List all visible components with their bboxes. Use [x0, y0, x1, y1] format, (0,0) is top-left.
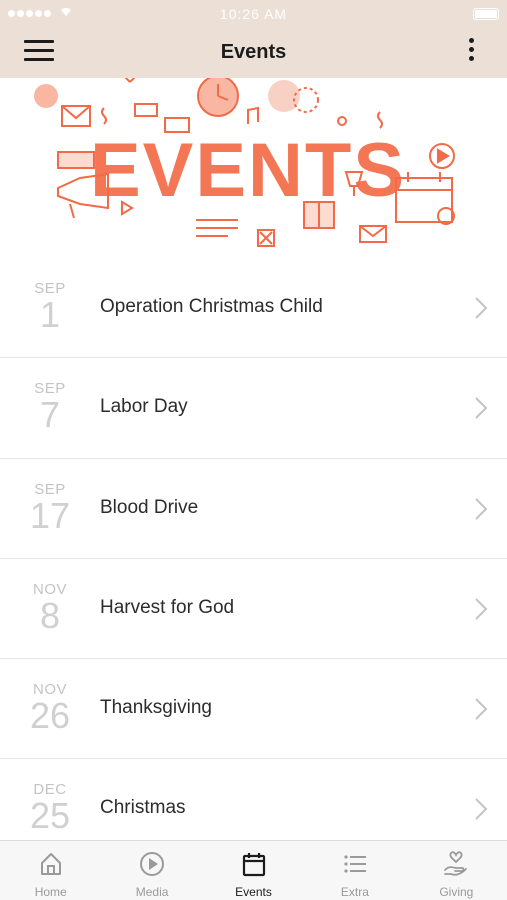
events-banner: EVENTS	[0, 78, 507, 258]
tab-bar: Home Media Events Extra Giving	[0, 840, 507, 900]
chevron-right-icon	[475, 598, 488, 620]
event-name: Christmas	[100, 797, 186, 819]
event-day: 1	[39, 294, 61, 335]
event-row[interactable]: SEP 7 Labor Day	[0, 358, 507, 459]
chevron-right-icon	[475, 397, 488, 420]
event-row[interactable]: NOV 8 Harvest for God	[0, 558, 507, 660]
event-date: DEC 25	[14, 781, 86, 834]
tab-label: Extra	[340, 885, 369, 899]
chevron-right-icon	[475, 798, 488, 821]
tab-home[interactable]: Home	[0, 841, 101, 900]
chevron-right-icon	[475, 297, 488, 319]
tab-media[interactable]: Media	[101, 841, 202, 900]
event-row[interactable]: NOV 26 Thanksgiving	[0, 659, 507, 760]
tab-label: Home	[34, 885, 67, 899]
tab-events[interactable]: Events	[203, 841, 304, 900]
status-time: 10:26 AM	[219, 6, 288, 22]
event-row[interactable]: DEC 25 Christmas	[0, 759, 507, 840]
chevron-right-icon	[475, 497, 488, 520]
events-list: SEP 1 Operation Christmas Child SEP 7 La…	[0, 258, 507, 840]
event-date: SEP 17	[14, 481, 86, 534]
status-bar: 10:26 AM	[0, 0, 507, 28]
giving-hand-icon	[444, 851, 468, 876]
tab-label: Media	[135, 885, 169, 899]
event-name: Operation Christmas Child	[100, 296, 323, 317]
event-day: 25	[29, 795, 71, 837]
home-icon	[40, 853, 61, 875]
event-row[interactable]: SEP 17 Blood Drive	[0, 458, 507, 559]
event-row[interactable]: SEP 1 Operation Christmas Child	[0, 258, 507, 359]
event-date: NOV 8	[14, 581, 86, 634]
event-date: SEP 1	[14, 280, 86, 333]
battery-icon	[473, 8, 499, 20]
tab-extra[interactable]: Extra	[304, 841, 405, 900]
event-name: Labor Day	[100, 396, 188, 418]
more-options-icon[interactable]	[465, 38, 477, 68]
event-day: 26	[29, 695, 71, 737]
event-date: NOV 26	[14, 681, 86, 734]
tab-label: Giving	[439, 885, 474, 899]
event-day: 8	[39, 594, 61, 636]
event-name: Blood Drive	[100, 496, 199, 518]
calendar-icon	[242, 853, 265, 877]
event-day: 17	[29, 494, 71, 536]
list-icon	[344, 855, 366, 873]
navigation-bar: Events	[0, 28, 507, 78]
banner-word: EVENTS	[90, 128, 406, 213]
event-date: SEP 7	[14, 380, 86, 433]
event-name: Harvest for God	[100, 596, 235, 618]
event-name: Thanksgiving	[100, 697, 212, 719]
events-illustration: EVENTS	[34, 78, 455, 247]
hamburger-menu-icon[interactable]	[24, 40, 54, 66]
page-title: Events	[220, 41, 287, 63]
event-day: 7	[39, 394, 61, 436]
chevron-right-icon	[475, 698, 488, 720]
tab-label: Events	[235, 885, 272, 899]
play-circle-icon	[140, 852, 165, 876]
tab-giving[interactable]: Giving	[406, 841, 507, 900]
